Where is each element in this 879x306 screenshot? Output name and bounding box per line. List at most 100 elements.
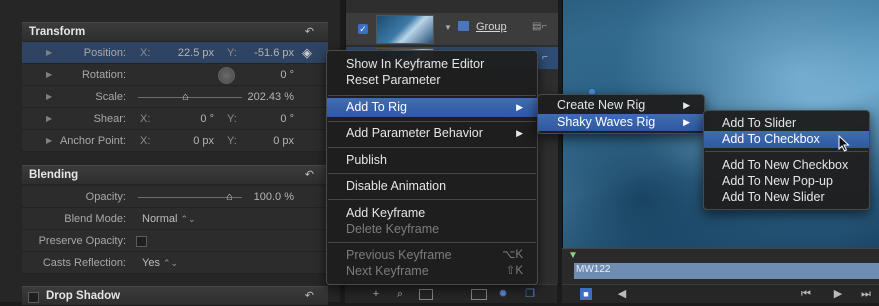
mouse-pointer-icon: [838, 135, 850, 152]
anchor-x-value[interactable]: 0 px: [162, 135, 214, 147]
shear-row[interactable]: ▶ Shear: X: 0 ° Y: 0 °: [22, 108, 328, 130]
menu-item-add-to-new-checkbox[interactable]: Add To New Checkbox: [704, 157, 869, 174]
rotation-row[interactable]: ▶ Rotation: 0 °: [22, 64, 328, 86]
layer-row-group[interactable]: ✓ ▼ Group ▤⌐: [346, 13, 558, 45]
shear-y-value[interactable]: 0 °: [244, 113, 294, 125]
reset-icon[interactable]: ↶: [305, 287, 314, 306]
position-row[interactable]: ▶ Position: X: 22.5 px Y: -51.6 px ◈: [22, 42, 328, 64]
layout-icon[interactable]: [419, 289, 433, 300]
position-y-value[interactable]: -51.6 px: [244, 47, 294, 59]
add-icon[interactable]: +: [369, 288, 383, 300]
drop-shadow-checkbox[interactable]: [28, 292, 39, 303]
anchor-y-axis-label: Y:: [227, 135, 237, 147]
menu-item-shaky-waves-rig[interactable]: Shaky Waves Rig ▶: [538, 114, 704, 131]
blending-title: Blending: [29, 169, 79, 181]
preserve-opacity-row: Preserve Opacity:: [22, 230, 328, 252]
mini-timeline[interactable]: ▼ MW122: [562, 248, 879, 285]
group-name[interactable]: Group: [476, 21, 507, 33]
widget-submenu: Add To Slider Add To Checkbox Add To New…: [703, 110, 870, 210]
menu-item-add-to-new-slider[interactable]: Add To New Slider: [704, 189, 869, 206]
submenu-arrow-icon: ▶: [683, 117, 690, 127]
opacity-label: Opacity:: [85, 191, 126, 203]
casts-reflection-label: Casts Reflection:: [42, 257, 126, 269]
menu-item-disable-animation[interactable]: Disable Animation: [327, 178, 537, 195]
anchor-point-label: Anchor Point:: [59, 135, 126, 147]
menu-item-show-in-keyframe-editor[interactable]: Show In Keyframe Editor: [327, 56, 537, 73]
disclosure-triangle-icon[interactable]: ▼: [444, 23, 452, 32]
shear-x-value[interactable]: 0 °: [162, 113, 214, 125]
anchor-y-value[interactable]: 0 px: [244, 135, 294, 147]
gear-icon[interactable]: ✹: [497, 288, 509, 300]
menu-item-next-keyframe: Next Keyframe ⇧K: [327, 263, 537, 280]
menu-item-add-parameter-behavior[interactable]: Add Parameter Behavior ▶: [327, 125, 537, 142]
menu-item-create-new-rig[interactable]: Create New Rig ▶: [538, 97, 704, 114]
search-icon[interactable]: ⌕: [393, 288, 407, 300]
menu-item-add-to-rig[interactable]: Add To Rig ▶: [327, 98, 537, 117]
scale-label: Scale:: [95, 91, 126, 103]
reset-icon[interactable]: ↶: [305, 23, 314, 42]
scale-slider-track[interactable]: [138, 97, 242, 98]
timeline-clip-label: MW122: [576, 264, 611, 275]
blend-mode-label: Blend Mode:: [64, 213, 126, 225]
menu-item-publish[interactable]: Publish: [327, 152, 537, 169]
casts-reflection-row[interactable]: Casts Reflection: Yes ⌃⌄: [22, 252, 328, 274]
opacity-row[interactable]: Opacity: ⌂ 100.0 %: [22, 186, 328, 208]
preserve-opacity-checkbox[interactable]: [136, 236, 147, 247]
disclosure-triangle-icon[interactable]: ▶: [46, 114, 52, 123]
play-icon[interactable]: ▶: [830, 288, 846, 300]
keyframe-diamond-icon[interactable]: ◈: [302, 45, 312, 61]
go-to-start-icon[interactable]: ⏮: [798, 288, 814, 300]
menu-item-add-keyframe[interactable]: Add Keyframe: [327, 205, 537, 222]
disclosure-triangle-icon[interactable]: ▶: [46, 48, 52, 57]
submenu-arrow-icon: ▶: [516, 102, 523, 112]
blend-mode-row[interactable]: Blend Mode: Normal ⌃⌄: [22, 208, 328, 230]
transform-section-header[interactable]: Transform ↶: [22, 22, 328, 41]
scale-row[interactable]: ▶ Scale: ⌂ 202.43 %: [22, 86, 328, 108]
position-x-value[interactable]: 22.5 px: [162, 47, 214, 59]
disclosure-triangle-icon[interactable]: ▶: [46, 70, 52, 79]
opacity-value[interactable]: 100.0 %: [244, 191, 294, 203]
parameter-context-menu: Show In Keyframe Editor Reset Parameter …: [326, 50, 538, 285]
shear-label: Shear:: [93, 113, 126, 125]
drop-shadow-section-header[interactable]: Drop Shadow ↶: [22, 286, 328, 305]
position-label: Position:: [83, 47, 126, 59]
rotation-value[interactable]: 0 °: [244, 69, 294, 81]
timeline-clip[interactable]: [574, 263, 879, 279]
layers-icon[interactable]: ❐: [523, 288, 537, 300]
playhead-marker-icon[interactable]: ▼: [568, 250, 578, 261]
transport-bar: ■ ◀ ⏮ ▶ ⏭: [562, 284, 879, 303]
audio-icon[interactable]: ◀: [616, 288, 628, 300]
menu-item-label: Add To Rig: [346, 100, 407, 114]
opacity-slider-thumb[interactable]: ⌂: [226, 191, 233, 203]
disclosure-triangle-icon[interactable]: ▶: [46, 136, 52, 145]
layer-enable-checkbox[interactable]: ✓: [358, 24, 368, 34]
link-icon[interactable]: ⌐: [542, 52, 548, 63]
submenu-arrow-icon: ▶: [516, 128, 523, 138]
casts-reflection-value: Yes: [142, 257, 160, 269]
go-to-end-icon[interactable]: ⏭: [858, 288, 874, 300]
reset-icon[interactable]: ↶: [305, 166, 314, 185]
menu-item-label: Add Parameter Behavior: [346, 126, 483, 140]
blend-mode-popup[interactable]: Normal ⌃⌄: [142, 213, 196, 225]
rig-submenu: Create New Rig ▶ Shaky Waves Rig ▶: [537, 94, 705, 134]
menu-item-label: Previous Keyframe: [346, 248, 452, 262]
view-icon[interactable]: [471, 289, 487, 300]
rotation-dial[interactable]: [218, 67, 235, 84]
casts-reflection-popup[interactable]: Yes ⌃⌄: [142, 257, 178, 269]
anchor-point-row[interactable]: ▶ Anchor Point: X: 0 px Y: 0 px: [22, 130, 328, 152]
menu-item-add-to-slider[interactable]: Add To Slider: [704, 115, 869, 132]
lock-link-icon[interactable]: ▤⌐: [532, 21, 547, 32]
menu-item-add-to-new-popup[interactable]: Add To New Pop-up: [704, 173, 869, 190]
record-icon[interactable]: ■: [580, 288, 592, 300]
rotation-label: Rotation:: [81, 69, 126, 81]
scale-value[interactable]: 202.43 %: [244, 91, 294, 103]
menu-item-reset-parameter[interactable]: Reset Parameter: [327, 72, 537, 89]
scale-slider-thumb[interactable]: ⌂: [182, 91, 189, 103]
blending-section-header[interactable]: Blending ↶: [22, 165, 328, 184]
menu-item-label: Create New Rig: [557, 98, 646, 112]
menu-separator: [328, 95, 536, 96]
menu-item-delete-keyframe: Delete Keyframe: [346, 222, 440, 236]
preserve-opacity-label: Preserve Opacity:: [38, 235, 126, 247]
disclosure-triangle-icon[interactable]: ▶: [46, 92, 52, 101]
shortcut-label: ⇧K: [505, 265, 523, 277]
